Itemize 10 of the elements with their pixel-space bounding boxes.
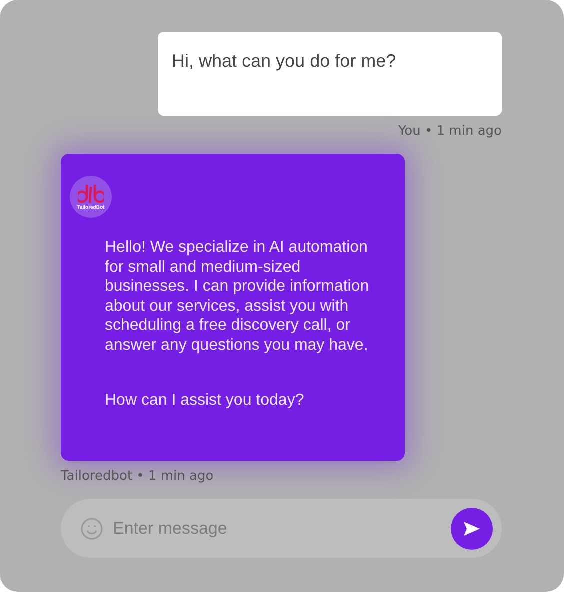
message-input[interactable]: Enter message <box>111 518 443 540</box>
message-meta: Tailoredbot • 1 min ago <box>61 469 215 484</box>
message-meta: You • 1 min ago <box>398 124 502 139</box>
message-text: Hi, what can you do for me? <box>172 51 398 72</box>
logo-icon <box>78 183 104 205</box>
message-text: How can I assist you today? <box>105 391 306 410</box>
message-field[interactable]: Enter message <box>61 499 502 558</box>
message-text: Hello! We specialize in AI automation for small and medium-sized businesses. I can provide information about our services, assist you with scheduling a free discovery call, or answer any questions you may have. <box>105 238 370 355</box>
send-icon <box>463 520 481 536</box>
send-button[interactable] <box>451 508 493 550</box>
